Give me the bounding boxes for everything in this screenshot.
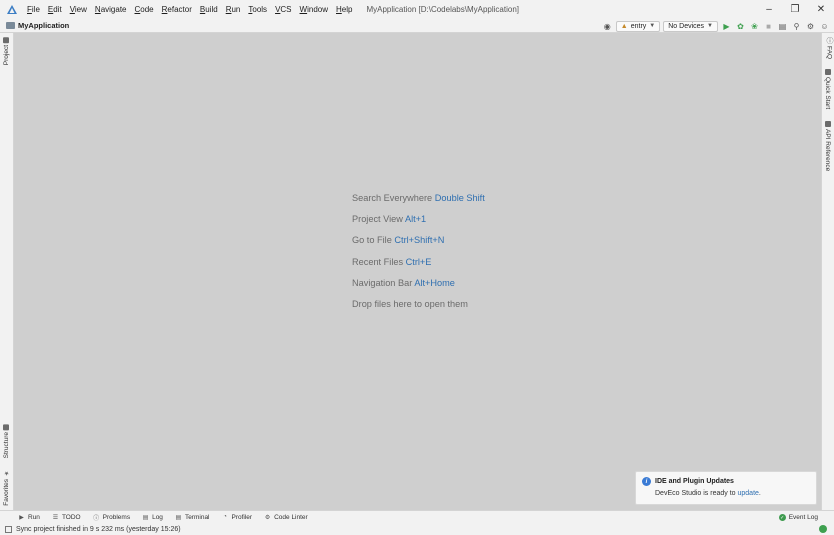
device-manager-icon[interactable]: ▤ bbox=[777, 21, 788, 32]
book-icon bbox=[824, 121, 831, 127]
quick-start-icon bbox=[824, 69, 831, 75]
gear-icon[interactable]: ⚙ bbox=[805, 21, 816, 32]
list-icon: ☰ bbox=[52, 514, 59, 521]
chevron-down-icon: ▼ bbox=[707, 23, 713, 29]
chevron-down-icon: ▼ bbox=[649, 23, 656, 29]
tool-log[interactable]: ▤ Log bbox=[136, 514, 169, 521]
menu-view[interactable]: View bbox=[66, 5, 91, 14]
account-icon[interactable]: ☺ bbox=[819, 21, 830, 32]
tool-terminal[interactable]: ▤ Terminal bbox=[169, 514, 216, 521]
hammer-icon: ▲ bbox=[620, 22, 628, 30]
hint-navigation-bar: Navigation Bar Alt+Home bbox=[352, 277, 455, 288]
navigation-bar: MyApplication ◉ ▲ entry ▼ No Devices ▼ ▶… bbox=[0, 19, 834, 33]
status-bar: Sync project finished in 9 s 232 ms (yes… bbox=[0, 523, 834, 535]
update-notification: i IDE and Plugin Updates DevEco Studio i… bbox=[635, 471, 817, 505]
linter-icon: ⚙ bbox=[264, 514, 271, 521]
log-icon: ▤ bbox=[142, 514, 149, 521]
editor-hints: Search Everywhere Double Shift Project V… bbox=[352, 191, 485, 318]
tool-todo[interactable]: ☰ TODO bbox=[46, 514, 87, 521]
tab-favorites[interactable]: Favorites ★ bbox=[3, 470, 10, 506]
hint-project-view: Project View Alt+1 bbox=[352, 214, 427, 225]
menu-navigate[interactable]: Navigate bbox=[91, 5, 131, 14]
favorites-tab-label: Favorites bbox=[3, 479, 10, 506]
structure-icon bbox=[3, 424, 10, 430]
notification-title-row: i IDE and Plugin Updates bbox=[642, 477, 810, 486]
bottom-tool-bar: ▶ Run ☰ TODO ⓘ Problems ▤ Log ▤ Terminal ◔ Pro… bbox=[0, 510, 834, 523]
tab-project[interactable]: Project bbox=[3, 37, 10, 65]
close-icon[interactable]: ✕ bbox=[808, 0, 834, 19]
right-tool-stripe: ⓘ FAQ Quick Start API Reference bbox=[821, 33, 834, 510]
menu-edit[interactable]: Edit bbox=[44, 5, 66, 14]
faq-tab-label: FAQ bbox=[825, 46, 833, 60]
left-tool-stripe: Project Structure Favorites ★ bbox=[0, 33, 14, 510]
menu-refactor[interactable]: Refactor bbox=[158, 5, 196, 14]
folder-icon bbox=[3, 37, 10, 43]
folder-icon bbox=[6, 22, 15, 29]
status-message: Sync project finished in 9 s 232 ms (yes… bbox=[16, 525, 181, 533]
tool-profiler[interactable]: ◔ Profiler bbox=[216, 514, 259, 521]
search-icon[interactable]: ⚲ bbox=[791, 21, 802, 32]
hint-go-to-file: Go to File Ctrl+Shift+N bbox=[352, 235, 445, 246]
menu-help[interactable]: Help bbox=[332, 5, 356, 14]
project-tab-label: Project bbox=[3, 45, 10, 66]
help-icon: ⓘ bbox=[826, 37, 833, 44]
notification-title: IDE and Plugin Updates bbox=[655, 478, 734, 485]
minimize-icon[interactable]: – bbox=[756, 0, 782, 19]
update-link[interactable]: update bbox=[738, 490, 759, 497]
breadcrumb[interactable]: MyApplication bbox=[6, 21, 69, 30]
api-reference-tab-label: API Reference bbox=[824, 129, 831, 172]
editor-empty-area[interactable]: Search Everywhere Double Shift Project V… bbox=[14, 33, 821, 510]
toggle-tool-windows-icon[interactable] bbox=[5, 525, 12, 533]
hint-search-everywhere: Search Everywhere Double Shift bbox=[352, 193, 485, 203]
tool-problems[interactable]: ⓘ Problems bbox=[87, 514, 136, 522]
star-icon: ★ bbox=[4, 470, 10, 477]
menu-vcs[interactable]: VCS bbox=[271, 5, 295, 14]
play-icon: ▶ bbox=[19, 514, 24, 521]
tool-run[interactable]: ▶ Run bbox=[12, 514, 46, 521]
hint-drop-files: Drop files here to open them bbox=[352, 298, 468, 309]
menu-bar: File Edit View Navigate Code Refactor Bu… bbox=[0, 0, 834, 19]
tab-api-reference[interactable]: API Reference bbox=[824, 121, 831, 171]
target-icon[interactable]: ◉ bbox=[602, 21, 613, 32]
debug-icon[interactable]: ✿ bbox=[735, 21, 746, 32]
structure-tab-label: Structure bbox=[3, 432, 10, 459]
problems-icon: ⓘ bbox=[93, 515, 100, 522]
menu-code[interactable]: Code bbox=[131, 5, 158, 14]
terminal-icon: ▤ bbox=[175, 514, 182, 521]
device-label: No Devices bbox=[668, 22, 705, 30]
restore-icon[interactable]: ❐ bbox=[782, 0, 808, 19]
tab-faq[interactable]: ⓘ FAQ bbox=[824, 37, 834, 59]
toolbar-actions: ◉ ▲ entry ▼ No Devices ▼ ▶ ✿ ❀ ■ ▤ ⚲ ⚙ ☺ bbox=[602, 19, 830, 33]
window-controls: – ❐ ✕ bbox=[756, 0, 834, 19]
deveco-logo-icon bbox=[5, 3, 19, 17]
run-icon[interactable]: ▶ bbox=[721, 21, 732, 32]
notification-body: DevEco Studio is ready to update. bbox=[655, 490, 761, 497]
menu-window[interactable]: Window bbox=[296, 5, 332, 14]
quick-start-tab-label: Quick Start bbox=[824, 77, 831, 110]
run-config-select[interactable]: ▲ entry ▼ bbox=[615, 20, 661, 32]
project-name: MyApplication bbox=[18, 21, 70, 30]
attach-debugger-icon[interactable]: ❀ bbox=[749, 21, 760, 32]
menu-tools[interactable]: Tools bbox=[244, 5, 271, 14]
info-icon: i bbox=[642, 477, 651, 486]
menu-build[interactable]: Build bbox=[196, 5, 222, 14]
menu-run[interactable]: Run bbox=[222, 5, 245, 14]
device-select[interactable]: No Devices ▼ bbox=[663, 20, 718, 32]
window-title: MyApplication [D:\Codelabs\MyApplication… bbox=[366, 5, 519, 14]
menu-file[interactable]: File bbox=[23, 5, 44, 14]
gauge-icon: ◔ bbox=[223, 514, 227, 520]
run-config-label: entry bbox=[630, 22, 647, 30]
status-indicator-icon[interactable] bbox=[819, 525, 827, 533]
tab-structure[interactable]: Structure bbox=[3, 424, 10, 458]
hint-recent-files: Recent Files Ctrl+E bbox=[352, 256, 432, 267]
stop-icon[interactable]: ■ bbox=[763, 21, 774, 32]
event-log-icon: ✓ bbox=[778, 514, 786, 521]
tab-quick-start[interactable]: Quick Start bbox=[824, 69, 831, 109]
tool-code-linter[interactable]: ⚙ Code Linter bbox=[258, 514, 314, 521]
